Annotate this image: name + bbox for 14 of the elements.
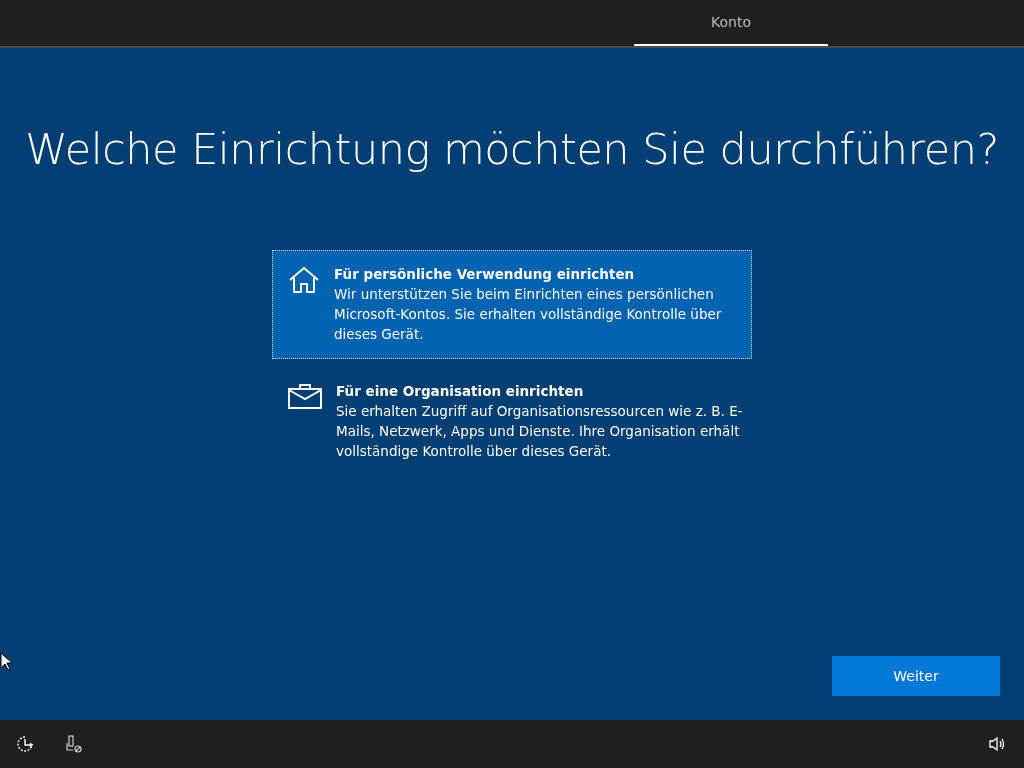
- setup-option[interactable]: Für eine Organisation einrichten Sie erhalten Zugriff auf Organisationsressourcen wie z. B. E-Mails, Netzwerk, Apps und Dienste. Ihre Organisation erhält vollständige Kontrolle über dieses Gerät.: [272, 367, 752, 476]
- ease-of-access-icon[interactable]: [16, 735, 34, 753]
- speaker-icon[interactable]: [988, 736, 1006, 752]
- next-button[interactable]: Weiter: [832, 656, 1000, 696]
- option-description: Wir unterstützen Sie beim Einrichten eines persönlichen Microsoft-Kontos. Sie erhalten vollständige Kontrolle über dieses Gerät.: [334, 285, 723, 344]
- option-title: Für eine Organisation einrichten: [336, 382, 585, 401]
- briefcase-icon: [288, 383, 322, 409]
- option-description: Sie erhalten Zugriff auf Organisationsressourcen wie z. B. E-Mails, Netzwerk, Apps und Dienste. Ihre Organisation erhält vollständige Kontrolle über dieses Gerät.: [336, 402, 743, 461]
- microphone-muted-icon[interactable]: [66, 735, 82, 753]
- option-title: Für persönliche Verwendung einrichten: [334, 265, 636, 284]
- mouse-pointer-icon: [0, 652, 12, 671]
- house-icon: [288, 266, 320, 294]
- setup-option[interactable]: Für persönliche Verwendung einrichten Wir unterstützen Sie beim Einrichten eines persönlichen Microsoft-Kontos. Sie erhalten vollständige Kontrolle über dieses Gerät.: [272, 250, 752, 359]
- page-heading: Welche Einrichtung möchten Sie durchführen?: [25, 124, 999, 174]
